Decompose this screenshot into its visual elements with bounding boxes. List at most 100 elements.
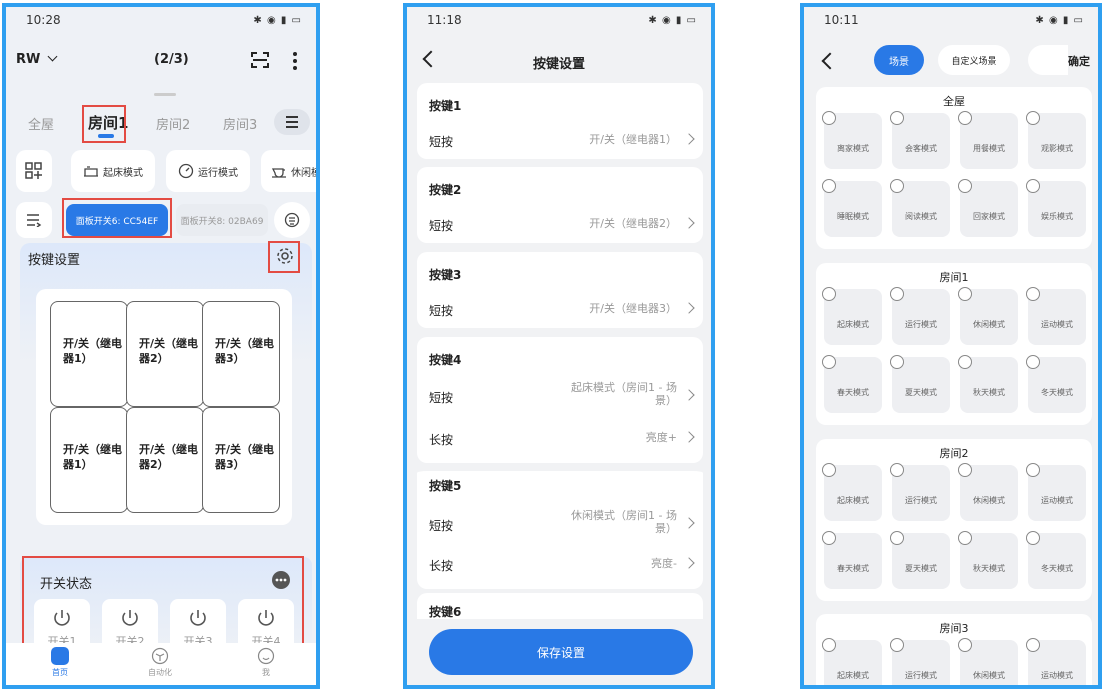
radio-circle-icon[interactable] bbox=[1026, 463, 1040, 477]
radio-circle-icon[interactable] bbox=[958, 179, 972, 193]
scene-option[interactable]: 春天模式 bbox=[822, 531, 882, 589]
radio-circle-icon[interactable] bbox=[1026, 179, 1040, 193]
tab-room3[interactable]: 房间3 bbox=[223, 114, 257, 133]
scene-section: 全屋离家模式 会客模式 用餐模式 观影模式睡眠模式 阅读模式 回家模式 娱乐模式 bbox=[816, 87, 1092, 249]
radio-circle-icon[interactable] bbox=[1026, 111, 1040, 125]
row-value-line: 休闲模式（房间1 - 场 bbox=[571, 509, 677, 522]
scene-option[interactable]: 起床模式 bbox=[822, 287, 882, 345]
panel-list-button[interactable] bbox=[16, 202, 52, 238]
scene-option[interactable]: 回家模式 bbox=[958, 179, 1018, 237]
scene-option[interactable]: 春天模式 bbox=[822, 355, 882, 413]
scene-option[interactable]: 秋天模式 bbox=[958, 355, 1018, 413]
chevron-down-icon bbox=[47, 51, 58, 62]
nav-automation[interactable]: 自动化 bbox=[130, 647, 190, 678]
scene-option[interactable]: 运动模式 bbox=[1026, 463, 1086, 521]
key-button-5[interactable]: 开/关（继电器2） bbox=[126, 407, 204, 513]
scene-label: 运行模式 bbox=[198, 167, 238, 179]
scene-option[interactable]: 观影模式 bbox=[1026, 111, 1086, 169]
more-vertical-icon[interactable] bbox=[292, 51, 298, 71]
panel-settings-button[interactable] bbox=[274, 202, 310, 238]
scene-chip-leisure[interactable]: 休闲模 bbox=[261, 150, 316, 192]
scene-option[interactable]: 起床模式 bbox=[822, 463, 882, 521]
radio-circle-icon[interactable] bbox=[822, 638, 836, 652]
radio-circle-icon[interactable] bbox=[1026, 355, 1040, 369]
scene-option[interactable]: 睡眠模式 bbox=[822, 179, 882, 237]
radio-circle-icon[interactable] bbox=[822, 463, 836, 477]
radio-circle-icon[interactable] bbox=[958, 531, 972, 545]
key-button-2[interactable]: 开/关（继电器2） bbox=[126, 301, 204, 407]
scene-option[interactable]: 运动模式 bbox=[1026, 287, 1086, 345]
bottom-nav: 首页 自动化 我 bbox=[6, 643, 316, 685]
home-selector[interactable]: RW bbox=[16, 51, 58, 67]
scene-option[interactable]: 娱乐模式 bbox=[1026, 179, 1086, 237]
key-button-4[interactable]: 开/关（继电器1） bbox=[50, 407, 128, 513]
radio-circle-icon[interactable] bbox=[822, 179, 836, 193]
radio-circle-icon[interactable] bbox=[958, 287, 972, 301]
add-scene-button[interactable] bbox=[16, 150, 52, 192]
panel-tab[interactable]: 面板开关8: 02BA69 bbox=[176, 204, 268, 236]
menu-button[interactable] bbox=[274, 109, 310, 135]
radio-circle-icon[interactable] bbox=[890, 287, 904, 301]
radio-circle-icon[interactable] bbox=[890, 531, 904, 545]
radio-circle-icon[interactable] bbox=[822, 355, 836, 369]
radio-circle-icon[interactable] bbox=[890, 638, 904, 652]
key-button-6[interactable]: 开/关（继电器3） bbox=[202, 407, 280, 513]
key-group-title: 按键2 bbox=[429, 183, 462, 197]
radio-circle-icon[interactable] bbox=[890, 355, 904, 369]
radio-circle-icon[interactable] bbox=[822, 531, 836, 545]
key-button-1[interactable]: 开/关（继电器1） bbox=[50, 301, 128, 407]
scene-option[interactable]: 休闲模式 bbox=[958, 287, 1018, 345]
save-button[interactable]: 保存设置 bbox=[429, 629, 693, 675]
scene-option-label: 运行模式 bbox=[905, 320, 937, 329]
tab-whole-house[interactable]: 全屋 bbox=[28, 114, 54, 133]
scene-option[interactable]: 夏天模式 bbox=[890, 531, 950, 589]
radio-circle-icon[interactable] bbox=[958, 355, 972, 369]
scene-chip-wake[interactable]: 起床模式 bbox=[71, 150, 155, 192]
scene-option[interactable]: 会客模式 bbox=[890, 111, 950, 169]
drag-handle[interactable] bbox=[154, 93, 176, 96]
scene-option[interactable]: 运行模式 bbox=[890, 638, 950, 685]
tab-custom-scenes[interactable]: 自定义场景 bbox=[938, 45, 1010, 75]
radio-circle-icon[interactable] bbox=[822, 287, 836, 301]
tab-scenes[interactable]: 场景 bbox=[874, 45, 924, 75]
scan-icon[interactable] bbox=[250, 51, 270, 69]
radio-circle-icon[interactable] bbox=[958, 463, 972, 477]
radio-circle-icon[interactable] bbox=[1026, 287, 1040, 301]
scene-option[interactable]: 阅读模式 bbox=[890, 179, 950, 237]
scene-option[interactable]: 运行模式 bbox=[890, 287, 950, 345]
scene-option-label: 休闲模式 bbox=[973, 496, 1005, 505]
scene-chip-run[interactable]: 运行模式 bbox=[166, 150, 250, 192]
scene-option[interactable]: 起床模式 bbox=[822, 638, 882, 685]
scene-option[interactable]: 秋天模式 bbox=[958, 531, 1018, 589]
tab-overflow[interactable] bbox=[1028, 45, 1068, 75]
scene-option[interactable]: 冬天模式 bbox=[1026, 355, 1086, 413]
scene-option[interactable]: 用餐模式 bbox=[958, 111, 1018, 169]
scene-option-label: 运动模式 bbox=[1041, 671, 1073, 680]
scene-option[interactable]: 运行模式 bbox=[890, 463, 950, 521]
scene-option[interactable]: 冬天模式 bbox=[1026, 531, 1086, 589]
nav-label: 首页 bbox=[52, 668, 68, 677]
nav-home[interactable]: 首页 bbox=[30, 647, 90, 678]
cube-icon bbox=[151, 647, 169, 665]
radio-circle-icon[interactable] bbox=[890, 463, 904, 477]
confirm-button[interactable]: 确定 bbox=[1068, 53, 1090, 69]
tab-room2[interactable]: 房间2 bbox=[156, 114, 190, 133]
radio-circle-icon[interactable] bbox=[1026, 531, 1040, 545]
scene-section-title: 全屋 bbox=[943, 95, 965, 108]
scene-option[interactable]: 运动模式 bbox=[1026, 638, 1086, 685]
radio-circle-icon[interactable] bbox=[890, 179, 904, 193]
scene-option[interactable]: 离家模式 bbox=[822, 111, 882, 169]
scene-option[interactable]: 休闲模式 bbox=[958, 463, 1018, 521]
nav-me[interactable]: 我 bbox=[236, 647, 296, 678]
row-value: 起床模式（房间1 - 场景） bbox=[571, 381, 677, 407]
back-arrow-icon[interactable] bbox=[821, 52, 839, 70]
radio-circle-icon[interactable] bbox=[1026, 638, 1040, 652]
key-button-3[interactable]: 开/关（继电器3） bbox=[202, 301, 280, 407]
radio-circle-icon[interactable] bbox=[890, 111, 904, 125]
scene-option[interactable]: 夏天模式 bbox=[890, 355, 950, 413]
radio-circle-icon[interactable] bbox=[958, 638, 972, 652]
scene-option-label: 春天模式 bbox=[837, 564, 869, 573]
scene-option[interactable]: 休闲模式 bbox=[958, 638, 1018, 685]
radio-circle-icon[interactable] bbox=[958, 111, 972, 125]
radio-circle-icon[interactable] bbox=[822, 111, 836, 125]
